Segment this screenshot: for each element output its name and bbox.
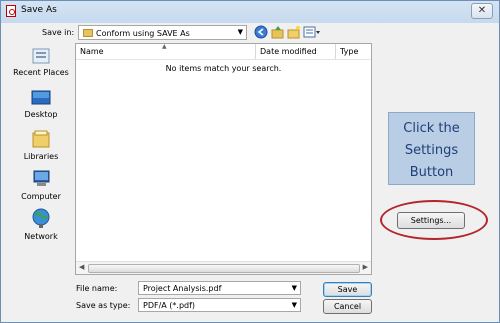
save-as-type-dropdown[interactable]: PDF/A (*.pdf) ▼ (138, 298, 301, 312)
places-bar: Recent Places Desktop Libraries Computer (8, 43, 74, 275)
folder-icon (83, 29, 93, 37)
place-network[interactable]: Network (8, 207, 74, 241)
scroll-left-icon[interactable]: ◀ (79, 263, 84, 271)
title-bar: Save As ✕ (1, 1, 499, 21)
back-icon[interactable] (254, 25, 268, 39)
place-recent-places[interactable]: Recent Places (8, 47, 74, 77)
place-label: Network (24, 232, 58, 241)
column-label: Date modified (260, 47, 317, 56)
cancel-button[interactable]: Cancel (323, 299, 372, 314)
column-label: Type (340, 47, 359, 56)
column-header-name[interactable]: Name ▲ (76, 43, 256, 59)
chevron-down-icon: ▼ (237, 28, 243, 36)
save-in-value: Conform using SAVE As (96, 29, 190, 38)
new-folder-icon[interactable] (287, 25, 301, 39)
save-in-dropdown[interactable]: Conform using SAVE As ▼ (78, 25, 247, 40)
scrollbar-thumb[interactable] (88, 264, 360, 273)
pdf-icon (6, 5, 16, 17)
place-label: Recent Places (13, 68, 69, 77)
scroll-right-icon[interactable]: ▶ (363, 263, 368, 271)
save-as-type-label: Save as type: (76, 301, 131, 310)
desktop-icon (31, 90, 51, 105)
column-header-type[interactable]: Type (336, 44, 371, 59)
save-as-type-value: PDF/A (*.pdf) (143, 301, 196, 310)
save-button[interactable]: Save (323, 282, 372, 297)
save-in-label: Save in: (42, 28, 75, 37)
place-computer[interactable]: Computer (8, 169, 74, 201)
column-label: Name (80, 47, 104, 56)
file-name-value: Project Analysis.pdf (143, 284, 222, 293)
file-list[interactable]: Name ▲ Date modified Type No items match… (75, 43, 372, 275)
file-name-label: File name: (76, 284, 118, 293)
libraries-icon (32, 130, 50, 148)
column-header-date-modified[interactable]: Date modified (256, 44, 336, 59)
place-label: Libraries (23, 152, 59, 161)
place-label: Computer (21, 192, 61, 201)
chevron-down-icon: ▼ (291, 301, 297, 309)
callout-box: Click the Settings Button (388, 112, 475, 185)
computer-icon (33, 170, 50, 186)
window-title: Save As (21, 5, 57, 15)
empty-message: No items match your search. (165, 64, 282, 73)
horizontal-scrollbar[interactable]: ◀ ▶ (76, 261, 371, 274)
recent-places-icon (32, 48, 50, 64)
close-icon: ✕ (477, 5, 487, 16)
place-label: Desktop (24, 110, 58, 119)
up-folder-icon[interactable] (271, 25, 285, 39)
view-menu-icon[interactable] (303, 25, 321, 39)
save-as-dialog: Save As ✕ Save in: Conform using SAVE As… (0, 0, 500, 323)
close-button[interactable]: ✕ (471, 3, 493, 19)
network-icon (32, 208, 50, 228)
highlight-ring (380, 200, 488, 240)
chevron-down-icon[interactable]: ▼ (292, 284, 297, 292)
header-divider (76, 59, 371, 60)
place-libraries[interactable]: Libraries (8, 129, 74, 161)
file-name-input[interactable]: Project Analysis.pdf ▼ (138, 281, 301, 295)
sort-arrow-icon: ▲ (162, 43, 167, 50)
place-desktop[interactable]: Desktop (8, 89, 74, 119)
